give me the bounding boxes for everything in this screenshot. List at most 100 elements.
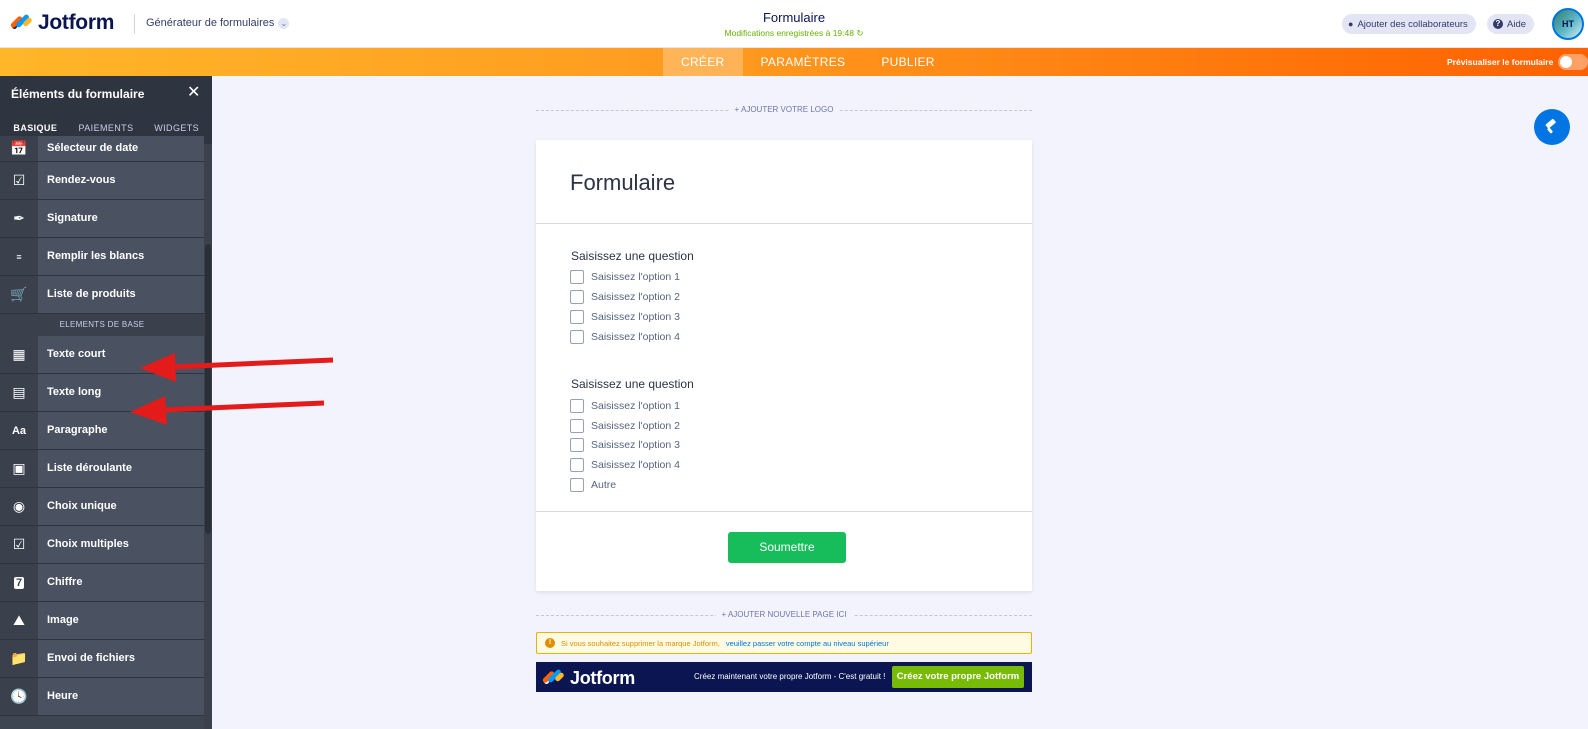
- short-text-icon: ▦: [0, 336, 38, 373]
- toggle-knob: [1560, 56, 1572, 68]
- close-icon[interactable]: ✕: [187, 84, 200, 102]
- appointment-icon: ☑: [0, 162, 38, 199]
- sidebar-item-label: Chiffre: [47, 576, 83, 588]
- checkbox[interactable]: [570, 438, 584, 452]
- sidebar-item-label: Liste déroulante: [47, 462, 132, 474]
- sidebar-item-image[interactable]: ⛰ Image: [0, 602, 204, 640]
- sidebar-item-number[interactable]: 7 Chiffre: [0, 564, 204, 602]
- question-label[interactable]: Saisissez une question: [571, 249, 694, 263]
- sidebar-item-dropdown[interactable]: ▣ Liste déroulante: [0, 450, 204, 488]
- option-label: Saisissez l'option 4: [591, 459, 680, 471]
- checkbox-option[interactable]: Saisissez l'option 4: [570, 329, 680, 345]
- checkbox-option[interactable]: Autre: [570, 477, 616, 493]
- clock-icon: 🕓: [0, 678, 38, 715]
- add-logo-text[interactable]: + AJOUTER VOTRE LOGO: [728, 105, 840, 114]
- builder-nav-bar: CRÉER PARAMÈTRES PUBLIER Prévisualiser l…: [0, 48, 1588, 76]
- checkbox-option[interactable]: Saisissez l'option 1: [570, 398, 680, 414]
- banner-logo-text: Jotform: [570, 667, 635, 688]
- sidebar-item-label: Rendez-vous: [47, 174, 116, 186]
- checkbox[interactable]: [570, 270, 584, 284]
- sidebar-item-label: Texte court: [47, 348, 106, 360]
- checkbox-option[interactable]: Saisissez l'option 3: [570, 437, 680, 453]
- scrollbar-thumb[interactable]: [205, 244, 211, 534]
- sidebar-item-product-list[interactable]: 🛒 Liste de produits: [0, 276, 204, 314]
- option-label: Saisissez l'option 4: [591, 331, 680, 343]
- option-label: Saisissez l'option 3: [591, 439, 680, 451]
- cart-icon: 🛒: [0, 276, 38, 313]
- sidebar-item-label: Paragraphe: [47, 424, 108, 436]
- paragraph-icon: Aa: [0, 412, 38, 449]
- sidebar-item-fill-blanks[interactable]: ≡ Remplir les blancs: [0, 238, 204, 276]
- sidebar-item-label: Choix unique: [47, 500, 117, 512]
- sidebar-item-appointment[interactable]: ☑ Rendez-vous: [0, 162, 204, 200]
- save-status-text: Modifications enregistrées à 19:48: [724, 28, 854, 38]
- add-collaborators-button[interactable]: ● Ajouter des collaborateurs: [1342, 14, 1476, 34]
- notice-text: Si vous souhaitez supprimer la marque Jo…: [561, 638, 720, 648]
- sidebar-item-time[interactable]: 🕓 Heure: [0, 678, 204, 716]
- form-heading[interactable]: Formulaire: [570, 170, 675, 196]
- option-label: Saisissez l'option 2: [591, 291, 680, 303]
- sidebar-element-list: 📅 Sélecteur de date ☑ Rendez-vous ✒ Sign…: [0, 136, 204, 716]
- sidebar-item-signature[interactable]: ✒ Signature: [0, 200, 204, 238]
- option-label: Autre: [591, 479, 617, 491]
- sidebar-item-label: Texte long: [47, 386, 102, 398]
- sidebar-title: Éléments du formulaire: [11, 87, 145, 101]
- sidebar-item-label: Envoi de fichiers: [47, 652, 136, 664]
- calendar-icon: 📅: [0, 136, 38, 161]
- tab-create[interactable]: CRÉER: [663, 48, 743, 76]
- sidebar-item-paragraph[interactable]: Aa Paragraphe: [0, 412, 204, 450]
- refresh-icon: ↻: [856, 28, 864, 38]
- sidebar-scrollbar[interactable]: [204, 144, 212, 729]
- form-card: Formulaire Saisissez une question Saisis…: [536, 140, 1032, 591]
- warning-icon: !: [545, 638, 555, 648]
- checkbox[interactable]: [570, 330, 584, 344]
- tab-publish[interactable]: PUBLIER: [863, 48, 952, 76]
- checkbox[interactable]: [570, 419, 584, 433]
- sidebar-item-single-choice[interactable]: ◉ Choix unique: [0, 488, 204, 526]
- avatar[interactable]: HT: [1552, 8, 1584, 40]
- radio-icon: ◉: [0, 488, 38, 525]
- checkbox-option[interactable]: Saisissez l'option 2: [570, 289, 680, 305]
- help-label: Aide: [1507, 18, 1527, 30]
- sidebar-item-label: Choix multiples: [47, 538, 129, 550]
- add-page-text[interactable]: + AJOUTER NOUVELLE PAGE ICI: [715, 610, 853, 619]
- checkbox-option[interactable]: Saisissez l'option 4: [570, 457, 680, 473]
- checkbox-option[interactable]: Saisissez l'option 1: [570, 269, 680, 285]
- add-page-label: + AJOUTER NOUVELLE PAGE ICI: [536, 610, 1032, 619]
- checkbox[interactable]: [570, 399, 584, 413]
- checkbox[interactable]: [570, 478, 584, 492]
- add-logo-area[interactable]: + AJOUTER VOTRE LOGO: [536, 104, 1032, 116]
- question-label[interactable]: Saisissez une question: [571, 377, 694, 391]
- option-label: Saisissez l'option 2: [591, 420, 680, 432]
- submit-button[interactable]: Soumettre: [728, 532, 846, 563]
- upgrade-link[interactable]: veuillez passer votre compte au niveau s…: [726, 639, 889, 648]
- checkbox[interactable]: [570, 290, 584, 304]
- heading-separator: [536, 223, 1032, 224]
- checkbox-option[interactable]: Saisissez l'option 3: [570, 309, 680, 325]
- create-jotform-button[interactable]: Créez votre propre Jotform: [892, 666, 1024, 688]
- option-label: Saisissez l'option 3: [591, 311, 680, 323]
- form-designer-button[interactable]: [1534, 109, 1570, 145]
- help-button[interactable]: ? Aide: [1487, 14, 1535, 34]
- add-collaborators-label: Ajouter des collaborateurs: [1357, 18, 1468, 30]
- signature-icon: ✒: [0, 200, 38, 237]
- checkbox-option[interactable]: Saisissez l'option 2: [570, 418, 680, 434]
- submit-separator: [536, 511, 1032, 512]
- form-elements-sidebar: Éléments du formulaire ✕ BASIQUE PAIEMEN…: [0, 76, 212, 729]
- add-page-area[interactable]: + AJOUTER NOUVELLE PAGE ICI: [536, 609, 1032, 621]
- sidebar-item-short-text[interactable]: ▦ Texte court: [0, 336, 204, 374]
- sidebar-item-label: Image: [47, 614, 79, 626]
- sidebar-item-date-picker[interactable]: 📅 Sélecteur de date: [0, 136, 204, 162]
- preview-toggle[interactable]: [1558, 54, 1588, 70]
- checkbox[interactable]: [570, 310, 584, 324]
- banner-logo[interactable]: Jotform: [541, 667, 635, 689]
- option-label: Saisissez l'option 1: [591, 400, 680, 412]
- checkbox[interactable]: [570, 458, 584, 472]
- tab-settings[interactable]: PARAMÈTRES: [743, 48, 864, 76]
- sidebar-header: Éléments du formulaire ✕: [0, 76, 212, 112]
- jotform-logo-icon: [541, 667, 565, 689]
- sidebar-item-long-text[interactable]: ▤ Texte long: [0, 374, 204, 412]
- sidebar-item-multiple-choice[interactable]: ☑ Choix multiples: [0, 526, 204, 564]
- sidebar-item-file-upload[interactable]: 📁 Envoi de fichiers: [0, 640, 204, 678]
- top-bar: Jotform Générateur de formulaires ⌄ Form…: [0, 0, 1588, 48]
